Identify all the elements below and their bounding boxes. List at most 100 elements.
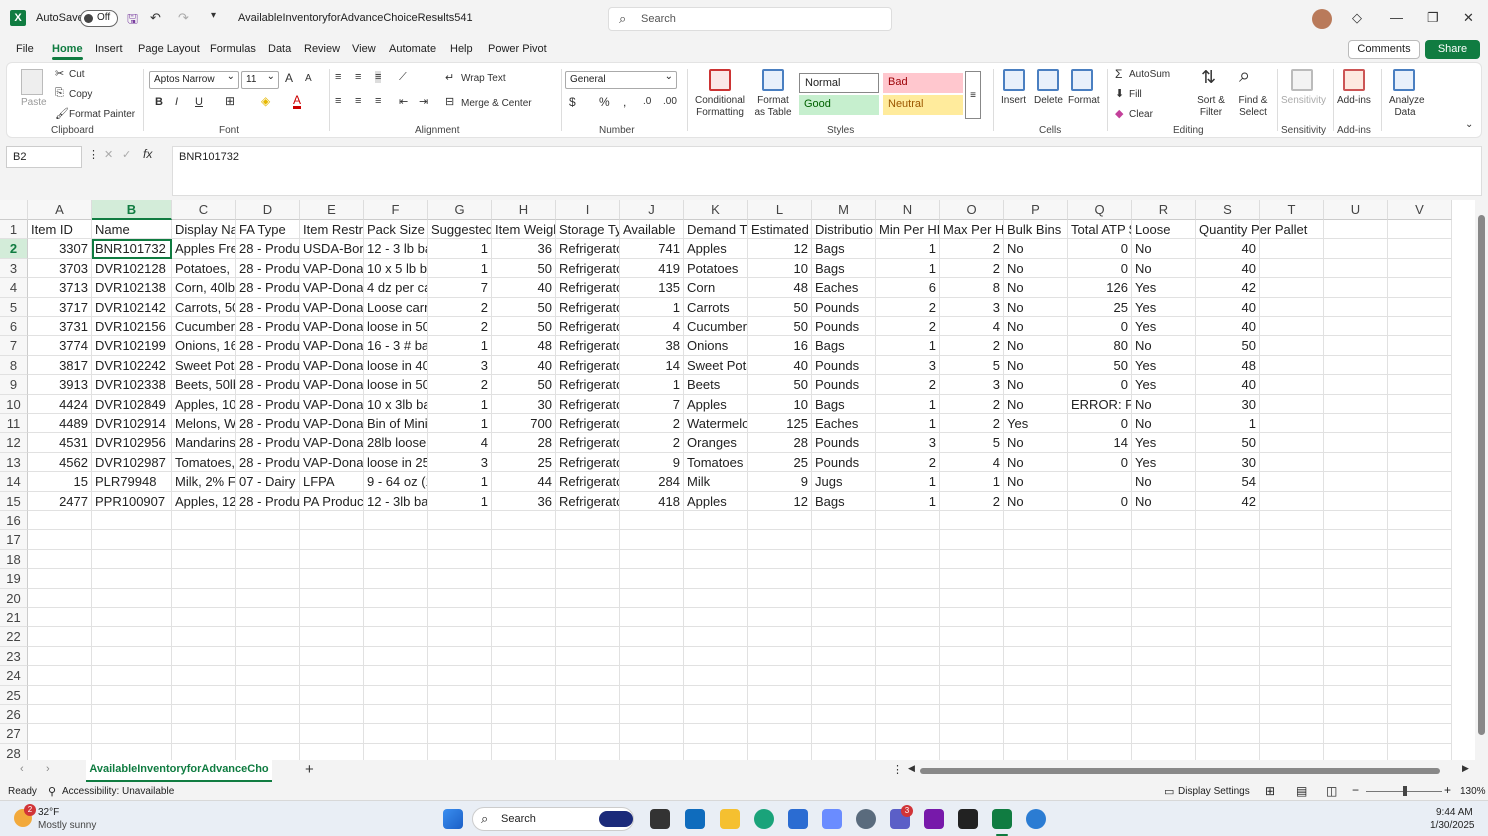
table-cell[interactable]: 4 [940, 452, 1004, 473]
table-cell[interactable] [92, 530, 172, 550]
table-cell[interactable] [620, 646, 684, 667]
table-cell[interactable]: 10 [748, 394, 812, 414]
table-cell[interactable]: DVR102242 [92, 355, 172, 376]
table-cell[interactable]: 28 - Produ [236, 355, 300, 376]
table-cell[interactable]: Jugs [812, 472, 876, 492]
table-cell[interactable] [28, 530, 92, 550]
header-cell[interactable]: FA Type [236, 220, 300, 240]
table-cell[interactable]: No [1004, 355, 1068, 376]
table-cell[interactable] [1324, 297, 1388, 317]
table-cell[interactable]: 42 [1196, 491, 1260, 511]
table-cell[interactable] [1388, 627, 1452, 647]
table-cell[interactable] [940, 743, 1004, 760]
table-cell[interactable] [172, 666, 236, 686]
table-cell[interactable]: Pounds [812, 317, 876, 337]
table-cell[interactable]: 10 x 5 lb b [364, 258, 428, 279]
header-cell[interactable]: Loose [1132, 220, 1196, 240]
zoom-out-icon[interactable]: − [1352, 783, 1359, 797]
table-cell[interactable] [684, 627, 748, 647]
table-cell[interactable] [1260, 414, 1324, 434]
table-cell[interactable] [556, 646, 620, 667]
merge-center-button[interactable]: Merge & Center [461, 98, 532, 109]
table-cell[interactable] [492, 685, 556, 705]
table-cell[interactable] [1068, 724, 1132, 744]
table-cell[interactable]: 40 [748, 355, 812, 376]
table-cell[interactable] [1260, 278, 1324, 298]
table-cell[interactable]: Potatoes [684, 258, 748, 279]
table-cell[interactable] [812, 666, 876, 686]
underline-icon[interactable]: U [195, 96, 203, 108]
table-cell[interactable]: 16 [748, 336, 812, 356]
table-cell[interactable]: 12 - 3 lb ba [364, 239, 428, 259]
top-align-icon[interactable]: ≡ [335, 71, 341, 83]
table-cell[interactable]: No [1132, 336, 1196, 356]
table-cell[interactable]: 40 [492, 278, 556, 298]
table-cell[interactable] [1388, 724, 1452, 744]
table-cell[interactable] [1260, 608, 1324, 628]
table-cell[interactable]: 126 [1068, 278, 1132, 298]
table-cell[interactable]: Bags [812, 491, 876, 511]
redo-icon[interactable]: ↷ [178, 10, 189, 26]
table-cell[interactable]: Yes [1132, 433, 1196, 453]
table-cell[interactable]: Onions [684, 336, 748, 356]
table-cell[interactable]: Refrigerato [556, 297, 620, 317]
table-cell[interactable]: Bags [812, 394, 876, 414]
table-cell[interactable]: 0 [1068, 239, 1132, 259]
table-cell[interactable]: DVR102142 [92, 297, 172, 317]
table-cell[interactable]: 50 [1196, 336, 1260, 356]
vertical-scrollbar[interactable] [1475, 200, 1488, 760]
table-cell[interactable] [748, 608, 812, 628]
table-cell[interactable]: 40 [1196, 258, 1260, 279]
table-cell[interactable]: 0 [1068, 452, 1132, 473]
table-cell[interactable] [1324, 549, 1388, 570]
table-cell[interactable] [172, 724, 236, 744]
table-cell[interactable] [92, 743, 172, 760]
table-cell[interactable]: No [1004, 375, 1068, 395]
table-cell[interactable] [1260, 452, 1324, 473]
table-cell[interactable] [1132, 627, 1196, 647]
table-cell[interactable]: 48 [1196, 355, 1260, 376]
table-cell[interactable] [940, 530, 1004, 550]
table-cell[interactable] [1324, 433, 1388, 453]
header-cell[interactable]: Suggested [428, 220, 492, 240]
table-cell[interactable]: 50 [748, 317, 812, 337]
table-cell[interactable]: Apples [684, 394, 748, 414]
table-cell[interactable] [236, 666, 300, 686]
table-cell[interactable] [236, 608, 300, 628]
borders-icon[interactable]: ⊞ [225, 94, 235, 108]
table-cell[interactable]: 1 [428, 491, 492, 511]
table-cell[interactable] [1260, 472, 1324, 492]
row-header[interactable]: 15 [0, 491, 28, 511]
search-box[interactable]: ⌕ Search [608, 7, 892, 31]
table-cell[interactable] [236, 530, 300, 550]
taskbar-search[interactable]: ⌕ Search [472, 807, 634, 831]
table-cell[interactable] [556, 627, 620, 647]
table-cell[interactable] [1260, 569, 1324, 589]
row-header[interactable]: 12 [0, 433, 28, 453]
table-cell[interactable] [428, 511, 492, 531]
zoom-level[interactable]: 130% [1460, 786, 1486, 797]
table-cell[interactable]: 28 - Produ [236, 394, 300, 414]
table-cell[interactable] [1196, 569, 1260, 589]
table-cell[interactable] [428, 608, 492, 628]
table-cell[interactable] [1388, 530, 1452, 550]
table-cell[interactable]: Bags [812, 239, 876, 259]
table-cell[interactable] [1004, 705, 1068, 725]
header-cell[interactable] [1324, 220, 1388, 240]
table-cell[interactable]: 4562 [28, 452, 92, 473]
table-cell[interactable]: Sweet Pota [684, 355, 748, 376]
table-cell[interactable] [172, 569, 236, 589]
table-cell[interactable] [1388, 278, 1452, 298]
column-header[interactable]: G [428, 200, 492, 220]
table-cell[interactable] [172, 646, 236, 667]
table-cell[interactable] [876, 666, 940, 686]
table-cell[interactable] [492, 646, 556, 667]
tab-automate[interactable]: Automate [389, 43, 436, 55]
table-cell[interactable]: 1 [428, 336, 492, 356]
table-cell[interactable] [812, 705, 876, 725]
table-cell[interactable] [748, 666, 812, 686]
table-cell[interactable] [1388, 569, 1452, 589]
table-cell[interactable] [428, 646, 492, 667]
table-cell[interactable] [1004, 627, 1068, 647]
restore-icon[interactable]: ❐ [1427, 10, 1439, 26]
